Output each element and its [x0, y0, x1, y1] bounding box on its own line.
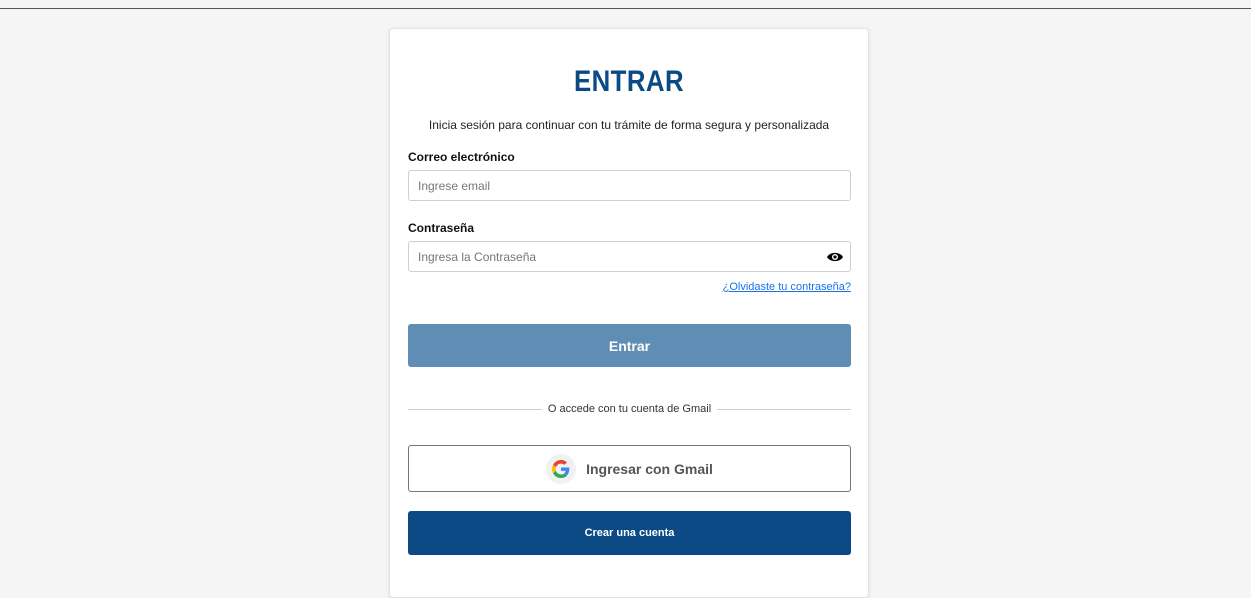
forgot-password-link[interactable]: ¿Olvidaste tu contraseña?	[723, 281, 851, 293]
login-subtitle: Inicia sesión para continuar con tu trám…	[428, 118, 830, 132]
email-label: Correo electrónico	[408, 150, 515, 164]
google-login-button[interactable]: Ingresar con Gmail	[408, 445, 851, 492]
google-icon	[546, 453, 577, 484]
top-rule	[0, 8, 1251, 9]
eye-icon[interactable]	[826, 250, 844, 262]
create-account-button[interactable]: Crear una cuenta	[408, 511, 851, 555]
password-field[interactable]	[408, 241, 851, 272]
password-label: Contraseña	[408, 221, 475, 235]
divider-line-left	[408, 408, 542, 410]
email-field[interactable]	[408, 170, 851, 201]
divider-line-right	[717, 408, 852, 410]
divider: O accede con tu cuenta de Gmail	[408, 403, 852, 415]
submit-button[interactable]: Entrar	[408, 324, 851, 367]
google-login-label: Ingresar con Gmail	[586, 460, 713, 477]
login-card: ENTRAR Inicia sesión para continuar con …	[389, 28, 869, 598]
page-title: ENTRAR	[573, 65, 685, 98]
divider-text: O accede con tu cuenta de Gmail	[547, 403, 712, 415]
